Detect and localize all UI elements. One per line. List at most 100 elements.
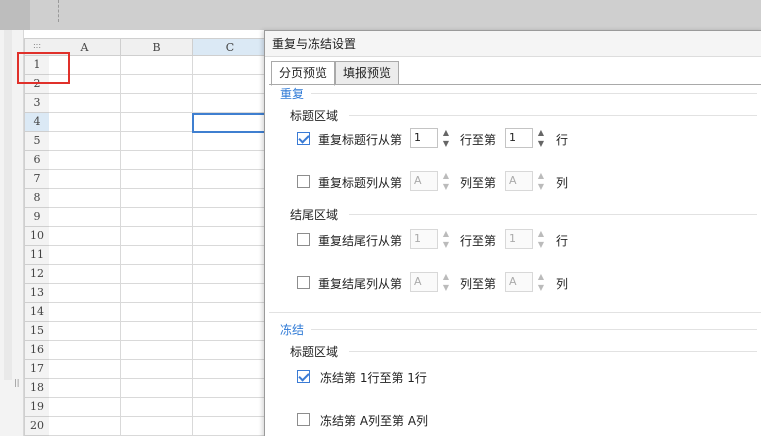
grid-cell[interactable] [193, 246, 268, 265]
grid-cell[interactable] [193, 284, 268, 303]
active-cell-c4[interactable] [192, 113, 266, 133]
grid-cell[interactable] [49, 227, 121, 246]
row-header-15[interactable]: 15 [24, 322, 50, 341]
grid-cell[interactable] [193, 360, 268, 379]
grid-cell[interactable] [49, 94, 121, 113]
row-header-18[interactable]: 18 [24, 379, 50, 398]
grid-cell[interactable] [121, 75, 193, 94]
grid-cell[interactable] [193, 417, 268, 436]
row-header-19[interactable]: 19 [24, 398, 50, 417]
repeat-footer-col-from-stepper[interactable]: ▲ ▼ [440, 271, 452, 293]
grid-cell[interactable] [121, 379, 193, 398]
chevron-up-icon[interactable]: ▲ [440, 228, 452, 239]
grid-cell[interactable] [49, 379, 121, 398]
grid-cell[interactable] [49, 398, 121, 417]
repeat-title-row-from-input[interactable]: 1 [410, 128, 438, 148]
grid-cell[interactable] [121, 360, 193, 379]
chevron-up-icon[interactable]: ▲ [440, 271, 452, 282]
row-header-10[interactable]: 10 [24, 227, 50, 246]
grid-cell[interactable] [121, 246, 193, 265]
row-header-3[interactable]: 3 [24, 94, 50, 113]
grid-cell[interactable] [193, 170, 268, 189]
chevron-up-icon[interactable]: ▲ [440, 127, 452, 138]
grid-cell[interactable] [121, 265, 193, 284]
grid-cell[interactable] [121, 189, 193, 208]
tab-fill-preview[interactable]: 填报预览 [335, 61, 399, 85]
chevron-down-icon[interactable]: ▼ [535, 239, 547, 250]
freeze-row-checkbox[interactable] [297, 370, 310, 383]
grid-cell[interactable] [193, 379, 268, 398]
grid-cell[interactable] [49, 265, 121, 284]
chevron-down-icon[interactable]: ▼ [440, 138, 452, 149]
repeat-title-row-from-stepper[interactable]: ▲ ▼ [440, 127, 452, 149]
grid-cell[interactable] [121, 208, 193, 227]
grid-cell[interactable] [193, 303, 268, 322]
grid-cell[interactable] [193, 341, 268, 360]
row-header-17[interactable]: 17 [24, 360, 50, 379]
grid-cell[interactable] [49, 113, 121, 132]
repeat-title-row-checkbox[interactable] [297, 132, 310, 145]
chevron-down-icon[interactable]: ▼ [440, 282, 452, 293]
grid-cell[interactable] [49, 170, 121, 189]
grid-cell[interactable] [121, 284, 193, 303]
row-header-16[interactable]: 16 [24, 341, 50, 360]
chevron-up-icon[interactable]: ▲ [535, 127, 547, 138]
grid-cell[interactable] [49, 303, 121, 322]
grid-cell[interactable] [193, 75, 268, 94]
repeat-footer-col-from-input[interactable]: A [410, 272, 438, 292]
column-header-b[interactable]: B [121, 38, 193, 56]
row-header-6[interactable]: 6 [24, 151, 50, 170]
repeat-title-col-from-input[interactable]: A [410, 171, 438, 191]
repeat-title-col-from-stepper[interactable]: ▲ ▼ [440, 170, 452, 192]
chevron-down-icon[interactable]: ▼ [440, 239, 452, 250]
grid-cell[interactable] [121, 398, 193, 417]
grid-cell[interactable] [121, 170, 193, 189]
row-header-20[interactable]: 20 [24, 417, 50, 436]
chevron-down-icon[interactable]: ▼ [535, 138, 547, 149]
grid-cell[interactable] [193, 189, 268, 208]
grid-cell[interactable] [193, 398, 268, 417]
grid-cell[interactable] [121, 94, 193, 113]
chevron-down-icon[interactable]: ▼ [535, 181, 547, 192]
chevron-down-icon[interactable]: ▼ [440, 181, 452, 192]
vertical-scrollbar[interactable] [4, 30, 12, 380]
grid-cell[interactable] [121, 341, 193, 360]
chevron-up-icon[interactable]: ▲ [535, 228, 547, 239]
grid-cell[interactable] [49, 322, 121, 341]
grid-cell[interactable] [49, 417, 121, 436]
chevron-up-icon[interactable]: ▲ [535, 170, 547, 181]
repeat-footer-row-checkbox[interactable] [297, 233, 310, 246]
grid-cell[interactable] [193, 265, 268, 284]
chevron-down-icon[interactable]: ▼ [535, 282, 547, 293]
freeze-col-checkbox[interactable] [297, 413, 310, 426]
grid-cell[interactable] [193, 322, 268, 341]
grid-cell[interactable] [193, 94, 268, 113]
grid-cell[interactable] [193, 227, 268, 246]
row-header-4[interactable]: 4 [24, 113, 50, 132]
row-header-12[interactable]: 12 [24, 265, 50, 284]
repeat-title-col-checkbox[interactable] [297, 175, 310, 188]
row-header-5[interactable]: 5 [24, 132, 50, 151]
repeat-footer-row-from-input[interactable]: 1 [410, 229, 438, 249]
row-header-9[interactable]: 9 [24, 208, 50, 227]
grid-cell[interactable] [121, 56, 193, 75]
grid-cell[interactable] [49, 189, 121, 208]
row-header-13[interactable]: 13 [24, 284, 50, 303]
row-header-11[interactable]: 11 [24, 246, 50, 265]
grid-cell[interactable] [121, 417, 193, 436]
grid-cell[interactable] [49, 151, 121, 170]
row-header-7[interactable]: 7 [24, 170, 50, 189]
grid-cell[interactable] [49, 208, 121, 227]
chevron-up-icon[interactable]: ▲ [535, 271, 547, 282]
repeat-footer-col-to-stepper[interactable]: ▲ ▼ [535, 271, 547, 293]
grid-cell[interactable] [193, 132, 268, 151]
repeat-footer-row-from-stepper[interactable]: ▲ ▼ [440, 228, 452, 250]
grid-cell[interactable] [121, 227, 193, 246]
grid-cell[interactable] [121, 322, 193, 341]
grid-cell[interactable] [49, 360, 121, 379]
grid-cell[interactable] [121, 113, 193, 132]
repeat-footer-col-checkbox[interactable] [297, 276, 310, 289]
column-header-c[interactable]: C [193, 38, 268, 56]
grid-cell[interactable] [121, 151, 193, 170]
row-header-8[interactable]: 8 [24, 189, 50, 208]
